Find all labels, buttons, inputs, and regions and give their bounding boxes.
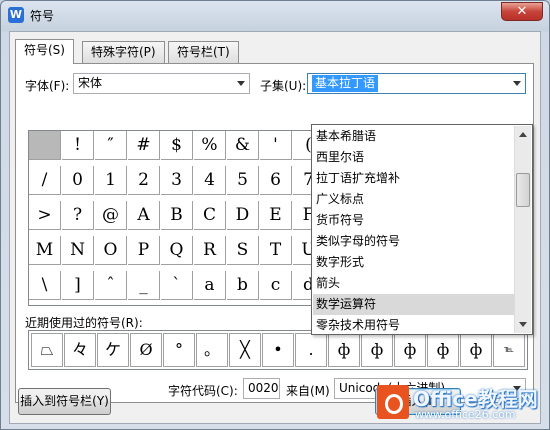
font-select[interactable]: 宋体 [73,73,250,94]
subset-option[interactable]: 基本希腊语 [313,126,514,147]
subset-option[interactable]: 货币符号 [313,210,514,231]
symbol-cell[interactable]: ″ [95,131,127,160]
symbol-cell[interactable]: ? [62,201,94,230]
recent-symbol-cell[interactable]: ⏢ [31,333,63,367]
subset-label: 子集(U): [260,79,307,93]
symbol-cell[interactable]: 1 [95,166,127,195]
recent-symbol-cell[interactable]: ф [361,333,393,367]
recent-symbol-cell[interactable]: ф [328,333,360,367]
scroll-down-button[interactable] [515,316,531,333]
symbol-cell[interactable]: _ [128,271,160,300]
symbol-cell[interactable]: M [29,236,61,265]
symbol-cell[interactable]: P [128,236,160,265]
subset-option[interactable]: 零杂技术用符号 [313,315,514,336]
char-code-input[interactable]: 0020 [243,378,280,399]
dialog-title: 符号 [30,9,55,23]
office-logo-icon [377,385,409,419]
symbol-cell[interactable]: N [62,236,94,265]
insert-to-symbol-bar-button[interactable]: 插入到符号栏(Y) [18,388,111,415]
from-label: 来自(M) [286,384,330,398]
symbol-cell[interactable]: @ [95,201,127,230]
dialog-body: 符号(S) 特殊字符(P) 符号栏(T) 字体(F): 宋体 子集(U): 基本… [9,31,541,424]
recent-symbol-cell[interactable]: 。 [196,333,228,367]
subset-select[interactable]: 基本拉丁语 [307,73,526,94]
tab-symbol-bar[interactable]: 符号栏(T) [168,41,239,63]
symbol-cell[interactable]: & [227,131,259,160]
symbol-cell[interactable]: 6 [260,166,292,195]
symbol-cell[interactable]: ! [62,131,94,160]
recent-symbol-cell[interactable]: ф [394,333,426,367]
subset-option[interactable]: 类似字母的符号 [313,231,514,252]
symbol-cell[interactable]: A [128,201,160,230]
recent-symbol-cell[interactable]: ф [460,333,492,367]
watermark-url: www.office26.com [415,408,516,421]
symbol-cell[interactable]: ` [161,271,193,300]
symbol-cell[interactable]: T [260,236,292,265]
symbols-panel: 字体(F): 宋体 子集(U): 基本拉丁语 !″#$%&'()*+/01234… [15,63,534,403]
tab-symbols[interactable]: 符号(S) [15,39,74,64]
scroll-up-button[interactable] [515,126,531,143]
symbol-cell[interactable]: % [194,131,226,160]
symbol-cell[interactable]: # [128,131,160,160]
close-button[interactable]: ✕ [501,2,543,21]
tab-special-characters[interactable]: 特殊字符(P) [82,41,165,63]
title-bar: W 符号 ✕ [1,1,549,29]
symbol-cell[interactable]: 2 [128,166,160,195]
watermark: Office教程网 www.office26.com [369,379,549,427]
subset-option[interactable]: 西里尔语 [313,147,514,168]
recent-symbol-cell[interactable]: 々 [64,333,96,367]
symbol-cell[interactable]: 3 [161,166,193,195]
chevron-down-icon [519,322,527,327]
symbol-cell[interactable]: 5 [227,166,259,195]
chevron-down-icon [237,81,245,86]
recent-symbol-cell[interactable]: . [295,333,327,367]
char-code-label: 字符代码(C): [168,384,238,398]
symbol-cell[interactable]: $ [161,131,193,160]
chevron-down-icon [513,81,521,86]
symbol-cell[interactable]: B [161,201,193,230]
symbol-cell[interactable]: \ [29,271,61,300]
symbol-cell[interactable]: C [194,201,226,230]
symbol-cell[interactable]: D [227,201,259,230]
symbol-cell[interactable]: 0 [62,166,94,195]
symbol-cell[interactable]: a [194,271,226,300]
subset-option[interactable]: 广义标点 [313,189,514,210]
font-label: 字体(F): [25,79,70,93]
recent-symbols-label: 近期使用过的符号(R): [25,316,143,330]
font-select-value: 宋体 [78,76,103,90]
symbol-cell[interactable]: b [227,271,259,300]
recent-symbol-cell[interactable]: ケ [97,333,129,367]
symbol-cell[interactable] [29,131,61,160]
recent-symbol-cell[interactable]: Ø [130,333,162,367]
symbol-cell[interactable]: c [260,271,292,300]
symbol-cell[interactable]: R [194,236,226,265]
recent-symbol-cell[interactable]: ℡ [493,333,525,367]
wps-app-icon: W [8,7,24,23]
subset-option[interactable]: 数学运算符 [313,294,514,315]
symbol-cell[interactable]: E [260,201,292,230]
recent-symbols-row: ⏢ 々ケ Ø °。 ╳ •. ф ф ф ф ф ℡ [28,330,528,370]
recent-symbol-cell[interactable]: • [262,333,294,367]
subset-dropdown-list: 基本希腊语 西里尔语 拉丁语扩充增补 广义标点 货币符号 类似字母的符号 数字形式 箭头 数学运… [311,124,533,335]
recent-symbol-cell[interactable]: ф [427,333,459,367]
subset-option[interactable]: 拉丁语扩充增补 [313,168,514,189]
subset-option[interactable]: 箭头 [313,273,514,294]
symbol-dialog: W 符号 ✕ 符号(S) 特殊字符(P) 符号栏(T) 字体(F): 宋体 子集… [0,0,550,430]
chevron-up-icon [519,132,527,137]
symbol-cell[interactable]: ] [62,271,94,300]
subset-option[interactable]: 数字形式 [313,252,514,273]
scroll-thumb[interactable] [516,173,530,207]
symbol-cell[interactable]: / [29,166,61,195]
symbol-cell[interactable]: S [227,236,259,265]
symbol-cell[interactable]: ' [260,131,292,160]
symbol-cell[interactable]: ˆ [95,271,127,300]
symbol-cell[interactable]: Q [161,236,193,265]
symbol-cell[interactable]: > [29,201,61,230]
recent-symbol-cell[interactable]: ╳ [229,333,261,367]
dropdown-scrollbar[interactable] [514,126,531,333]
symbol-cell[interactable]: O [95,236,127,265]
recent-symbol-cell[interactable]: ° [163,333,195,367]
symbol-cell[interactable]: 4 [194,166,226,195]
subset-select-value: 基本拉丁语 [312,75,379,92]
